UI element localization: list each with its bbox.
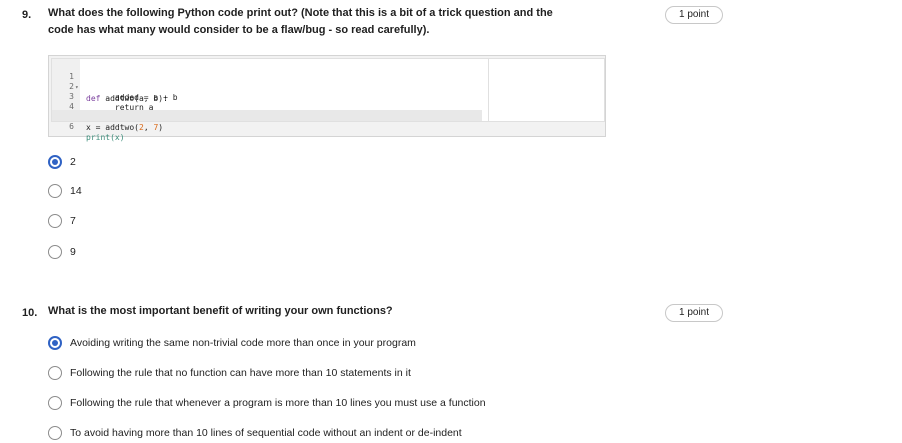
radio-icon[interactable] xyxy=(48,245,62,259)
q10-option-label: Following the rule that whenever a progr… xyxy=(70,397,486,409)
question-9-text: What does the following Python code prin… xyxy=(48,5,648,39)
radio-selected-icon[interactable] xyxy=(48,155,62,169)
question-10-number: 10. xyxy=(22,307,38,319)
code-token: x = addtwo( xyxy=(86,123,139,132)
q10-option-label: Avoiding writing the same non-trivial co… xyxy=(70,337,416,349)
q10-option-label: To avoid having more than 10 lines of se… xyxy=(70,427,462,439)
question-9-points-badge: 1 point xyxy=(665,6,723,24)
code-text: print(x) xyxy=(86,133,125,142)
radio-icon[interactable] xyxy=(48,214,62,228)
radio-icon[interactable] xyxy=(48,366,62,380)
question-9-text-line1: What does the following Python code prin… xyxy=(48,7,553,19)
q9-option-label: 9 xyxy=(70,246,76,258)
q9-option-label: 14 xyxy=(70,185,82,197)
code-split-divider xyxy=(488,59,489,121)
code-token: , xyxy=(143,123,154,132)
code-editor[interactable]: 1 ▾ def addtwo(a, b): 2 added = a + b 3 … xyxy=(48,55,606,142)
question-10-points-badge: 1 point xyxy=(665,304,723,322)
radio-icon[interactable] xyxy=(48,426,62,440)
line-number: 6 xyxy=(69,122,74,131)
code-editor-area[interactable]: 1 ▾ def addtwo(a, b): 2 added = a + b 3 … xyxy=(51,58,605,142)
radio-selected-icon[interactable] xyxy=(48,336,62,350)
question-9-number: 9. xyxy=(22,9,32,21)
question-10-text: What is the most important benefit of wr… xyxy=(48,305,393,317)
question-9-text-line2: code has what many would consider to be … xyxy=(48,24,430,36)
q10-option-label: Following the rule that no function can … xyxy=(70,367,411,379)
q9-option-label: 7 xyxy=(70,215,76,227)
code-token: ) xyxy=(158,123,164,132)
q9-option-label: 2 xyxy=(70,156,76,168)
code-line-active: 6 print(x) xyxy=(52,110,482,142)
radio-icon[interactable] xyxy=(48,396,62,410)
radio-icon[interactable] xyxy=(48,184,62,198)
